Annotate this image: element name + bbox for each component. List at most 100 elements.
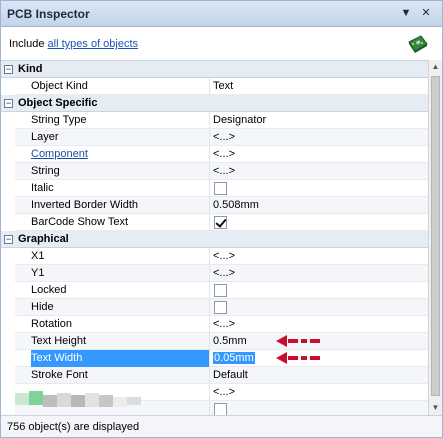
property-grid: − Kind Object Kind Text − Object Specific Stri… (1, 60, 428, 415)
property-checkbox[interactable] (214, 301, 227, 314)
property-checkbox[interactable] (214, 216, 227, 229)
property-name: Rotation (31, 318, 72, 330)
column-divider (209, 299, 210, 316)
property-row-text-width[interactable]: Text Width 0.05mm (1, 350, 428, 367)
property-name: Text Height (31, 335, 87, 347)
column-divider (209, 180, 210, 197)
column-divider (209, 129, 210, 146)
category-kind[interactable]: − Kind (1, 61, 428, 78)
property-name: Locked (31, 284, 67, 296)
property-row-layer[interactable]: Layer <...> (1, 129, 428, 146)
category-object-specific[interactable]: − Object Specific (1, 95, 428, 112)
property-value[interactable]: <...> (213, 129, 235, 146)
pcb-board-icon[interactable] (407, 34, 429, 54)
row-gutter (1, 265, 15, 282)
property-value-text: <...> (213, 148, 236, 160)
property-name: String Type (31, 114, 87, 126)
property-name: Y1 (31, 267, 45, 279)
column-divider (209, 78, 210, 95)
property-checkbox[interactable] (214, 403, 227, 415)
red-arrow-icon (276, 335, 320, 347)
scroll-up-icon[interactable]: ▲ (429, 60, 442, 74)
property-name: Inverted Border Width (31, 199, 138, 211)
property-row-x1[interactable]: X1 <...> (1, 248, 428, 265)
property-value-text: Default (213, 369, 248, 381)
property-checkbox[interactable] (214, 284, 227, 297)
category-label: Graphical (18, 233, 69, 245)
property-value-text: 0.05mm (213, 352, 255, 364)
property-value[interactable]: Default (213, 367, 248, 384)
scrollbar-thumb[interactable] (431, 76, 440, 396)
property-row-locked[interactable]: Locked (1, 282, 428, 299)
property-value-text: Text (213, 80, 234, 92)
property-value[interactable]: <...> (213, 316, 235, 333)
property-row-stroke-font[interactable]: Stroke Font Default (1, 367, 428, 384)
row-gutter (1, 112, 15, 129)
property-row-text-height[interactable]: Text Height 0.5mm (1, 333, 428, 350)
collapse-toggle-icon[interactable]: − (4, 65, 13, 74)
property-value-text: <...> (213, 318, 236, 330)
property-row-component[interactable]: Component <...> (1, 146, 428, 163)
row-gutter (1, 316, 15, 333)
property-row-hide[interactable]: Hide (1, 299, 428, 316)
blurred-region (15, 391, 141, 407)
row-gutter (1, 282, 15, 299)
property-row-inverted-border-width[interactable]: Inverted Border Width 0.508mm (1, 197, 428, 214)
category-graphical[interactable]: − Graphical (1, 231, 428, 248)
collapse-toggle-icon[interactable]: − (4, 235, 13, 244)
property-value-text: 0.5mm (213, 335, 247, 347)
row-gutter (1, 197, 15, 214)
column-divider (209, 197, 210, 214)
column-divider (209, 163, 210, 180)
scroll-down-icon[interactable]: ▼ (429, 401, 442, 415)
close-icon[interactable]: ✕ (419, 6, 433, 20)
property-value[interactable]: <...> (213, 146, 235, 163)
property-name: String (31, 165, 60, 177)
property-row-string[interactable]: String <...> (1, 163, 428, 180)
row-gutter (1, 163, 15, 180)
include-filter-bar: Include all types of objects (1, 28, 442, 60)
property-row-y1[interactable]: Y1 <...> (1, 265, 428, 282)
category-label: Kind (18, 63, 43, 75)
column-divider (209, 214, 210, 231)
column-divider (209, 384, 210, 401)
property-value-text: <...> (213, 165, 236, 177)
row-gutter (1, 78, 15, 95)
property-row-string-type[interactable]: String Type Designator (1, 112, 428, 129)
property-value[interactable]: 0.05mm (213, 350, 255, 367)
vertical-scrollbar[interactable]: ▲ ▼ (428, 60, 442, 415)
property-row-italic[interactable]: Italic (1, 180, 428, 197)
property-value-text: <...> (213, 250, 236, 262)
column-divider (209, 112, 210, 129)
property-value[interactable]: 0.5mm (213, 333, 247, 350)
property-row-rotation[interactable]: Rotation <...> (1, 316, 428, 333)
property-value[interactable]: <...> (213, 248, 235, 265)
property-value-text: 0.508mm (213, 199, 259, 211)
panel-title: PCB Inspector (7, 7, 90, 21)
status-bar: 756 object(s) are displayed (1, 415, 442, 437)
property-value[interactable]: 0.508mm (213, 197, 259, 214)
column-divider (209, 282, 210, 299)
property-name: X1 (31, 250, 45, 262)
property-value[interactable]: Designator (213, 112, 266, 129)
property-value[interactable]: <...> (213, 265, 235, 282)
all-types-link[interactable]: all types of objects (48, 38, 139, 50)
column-divider (209, 146, 210, 163)
property-value-text: <...> (213, 131, 236, 143)
property-value[interactable]: <...> (213, 384, 235, 401)
row-gutter (1, 350, 15, 367)
property-row-barcode-show-text[interactable]: BarCode Show Text (1, 214, 428, 231)
property-name: Stroke Font (31, 369, 88, 381)
row-gutter (1, 129, 15, 146)
property-checkbox[interactable] (214, 182, 227, 195)
property-name: Text Width (31, 350, 209, 367)
property-name: Object Kind (31, 80, 88, 92)
property-row-object-kind[interactable]: Object Kind Text (1, 78, 428, 95)
property-value-text: <...> (213, 267, 236, 279)
title-bar: PCB Inspector ▼ ✕ (1, 1, 442, 27)
property-name: Italic (31, 182, 54, 194)
dropdown-triangle-icon[interactable]: ▼ (399, 6, 413, 20)
property-value[interactable]: <...> (213, 163, 235, 180)
collapse-toggle-icon[interactable]: − (4, 99, 13, 108)
property-value[interactable]: Text (213, 78, 233, 95)
